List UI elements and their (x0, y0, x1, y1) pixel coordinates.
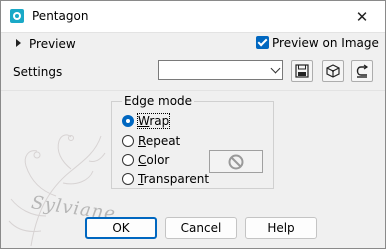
radio-color-label[interactable]: Color (138, 153, 169, 167)
color-swatch[interactable] (209, 150, 263, 173)
reset-icon (356, 64, 369, 78)
preview-on-image-checkbox[interactable] (256, 36, 269, 49)
radio-wrap[interactable] (122, 115, 134, 127)
window-title: Pentagon (32, 9, 89, 23)
radio-repeat[interactable] (122, 135, 134, 147)
toolbar-divider (1, 90, 385, 91)
radio-wrap-label[interactable]: Wrap (136, 113, 171, 129)
titlebar-divider (1, 32, 385, 33)
save-preset-icon (295, 64, 309, 78)
close-button[interactable]: ✕ (339, 1, 385, 32)
settings-label: Settings (13, 65, 63, 79)
ok-button[interactable]: OK (85, 217, 157, 239)
mnemonic-r: R (138, 134, 146, 148)
3d-cube-button[interactable] (322, 60, 344, 82)
settings-dropdown[interactable] (158, 60, 283, 80)
expand-arrow-icon[interactable] (16, 39, 21, 47)
radio-repeat-label[interactable]: Repeat (138, 134, 180, 148)
label-rest: epeat (145, 134, 181, 148)
chevron-down-icon (270, 63, 281, 74)
mnemonic-w: W (138, 114, 150, 128)
label-rest: rap (149, 114, 170, 128)
app-icon (10, 9, 24, 23)
radio-transparent[interactable] (122, 173, 134, 185)
3d-cube-icon (326, 64, 340, 78)
preview-on-image-label[interactable]: Preview on Image (272, 36, 379, 50)
preview-toggle[interactable]: Preview (29, 37, 76, 51)
label-rest: olor (146, 153, 170, 167)
radio-color[interactable] (122, 154, 134, 166)
radio-transparent-label[interactable]: Transparent (138, 172, 209, 186)
cancel-button[interactable]: Cancel (165, 217, 237, 239)
reset-button[interactable] (351, 60, 373, 82)
close-icon: ✕ (355, 7, 369, 26)
help-button[interactable]: Help (245, 217, 317, 239)
edge-mode-label: Edge mode (122, 94, 195, 108)
save-preset-button[interactable] (291, 60, 313, 82)
dialog-window: Pentagon ✕ Preview Preview on Image Sett… (0, 0, 386, 249)
title-bar[interactable]: Pentagon ✕ (1, 1, 385, 32)
label-rest: ransparent (143, 172, 210, 186)
not-allowed-icon (228, 154, 244, 169)
